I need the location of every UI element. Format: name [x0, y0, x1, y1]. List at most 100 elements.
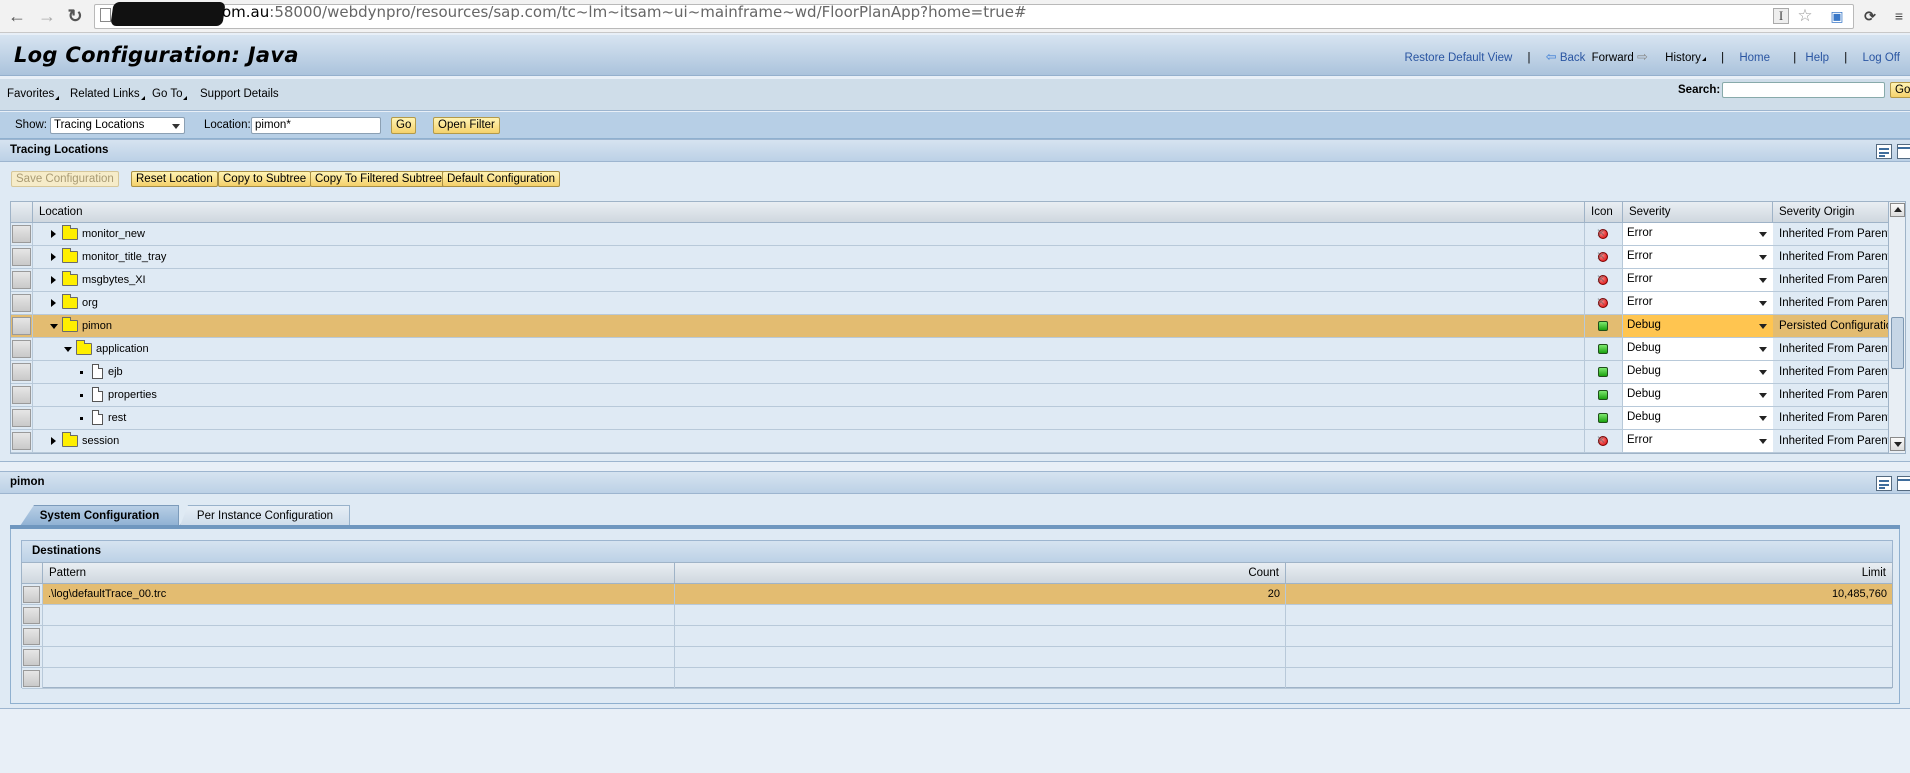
location-name[interactable]: application — [96, 343, 149, 355]
location-go-button[interactable]: Go — [391, 117, 417, 134]
collapse-panel-icon[interactable] — [1897, 144, 1910, 159]
expand-toggle-icon[interactable] — [51, 230, 56, 238]
browser-forward-icon[interactable]: → — [36, 5, 58, 27]
expand-toggle-icon[interactable] — [51, 299, 56, 307]
row-selector[interactable] — [23, 649, 40, 666]
expand-toggle-icon[interactable] — [50, 324, 58, 329]
scroll-up-button[interactable] — [1890, 203, 1905, 217]
menu-related-links[interactable]: Related Links — [70, 88, 145, 100]
table-row[interactable]: properties Debug Inherited From Parent — [11, 384, 1891, 407]
severity-select[interactable]: Error — [1623, 223, 1773, 245]
row-selector[interactable] — [23, 586, 40, 603]
severity-select[interactable]: Debug — [1623, 315, 1773, 337]
copy-to-subtree-button[interactable]: Copy to Subtree — [218, 171, 312, 187]
browser-reload-icon[interactable]: ↻ — [64, 5, 86, 27]
location-name[interactable]: pimon — [82, 320, 112, 332]
column-header-limit[interactable]: Limit — [1286, 563, 1892, 584]
search-go-button[interactable]: Go — [1890, 82, 1910, 98]
severity-select[interactable]: Debug — [1623, 338, 1773, 360]
select-all-header[interactable] — [11, 202, 33, 223]
restore-default-view-link[interactable]: Restore Default View — [1405, 52, 1513, 64]
location-name[interactable]: org — [82, 297, 98, 309]
destination-row[interactable] — [22, 626, 1892, 647]
destination-row[interactable] — [22, 647, 1892, 668]
row-selector[interactable] — [12, 317, 31, 335]
expand-toggle-icon[interactable] — [51, 276, 56, 284]
back-arrow-icon[interactable]: ⇦ — [1546, 49, 1557, 65]
column-header-pattern[interactable]: Pattern — [43, 563, 675, 584]
open-filter-button[interactable]: Open Filter — [433, 117, 500, 134]
reset-location-button[interactable]: Reset Location — [131, 171, 218, 187]
table-row[interactable]: monitor_title_tray Error Inherited From … — [11, 246, 1891, 269]
collapse-panel-icon[interactable] — [1897, 476, 1910, 491]
destination-row[interactable] — [22, 605, 1892, 626]
location-name[interactable]: properties — [108, 389, 157, 401]
default-configuration-button[interactable]: Default Configuration — [442, 171, 561, 187]
table-row[interactable]: monitor_new Error Inherited From Parent — [11, 223, 1891, 246]
severity-select[interactable]: Error — [1623, 246, 1773, 268]
select-all-header[interactable] — [22, 563, 43, 584]
search-input[interactable] — [1722, 82, 1885, 98]
table-row[interactable]: session Error Inherited From Parent — [11, 430, 1891, 453]
column-header-severity-origin[interactable]: Severity Origin — [1773, 202, 1899, 223]
table-row[interactable]: msgbytes_XI Error Inherited From Parent — [11, 269, 1891, 292]
support-details-link[interactable]: Support Details — [200, 88, 279, 100]
row-selector[interactable] — [23, 670, 40, 687]
show-select[interactable]: Tracing Locations — [50, 117, 185, 134]
row-selector[interactable] — [12, 225, 31, 243]
extension-icon[interactable]: ▣ — [1828, 7, 1846, 25]
help-link[interactable]: Help — [1805, 52, 1829, 64]
row-selector[interactable] — [12, 363, 31, 381]
back-link[interactable]: Back — [1560, 52, 1586, 64]
copy-to-filtered-subtree-button[interactable]: Copy To Filtered Subtree — [310, 171, 447, 187]
location-name[interactable]: msgbytes_XI — [82, 274, 146, 286]
destination-row[interactable] — [22, 668, 1892, 689]
location-name[interactable]: monitor_title_tray — [82, 251, 166, 263]
row-selector[interactable] — [23, 607, 40, 624]
row-selector[interactable] — [12, 248, 31, 266]
location-name[interactable]: ejb — [108, 366, 123, 378]
severity-select[interactable]: Debug — [1623, 361, 1773, 383]
log-off-link[interactable]: Log Off — [1862, 52, 1900, 64]
expand-toggle-icon[interactable] — [64, 347, 72, 352]
home-link[interactable]: Home — [1739, 52, 1770, 64]
personalize-icon[interactable] — [1876, 476, 1892, 491]
personalize-icon[interactable] — [1876, 144, 1892, 159]
table-row[interactable]: pimon Debug Persisted Configuration — [11, 315, 1899, 338]
scroll-down-button[interactable] — [1890, 437, 1905, 451]
menu-icon[interactable]: ≡ — [1890, 7, 1908, 25]
location-name[interactable]: monitor_new — [82, 228, 145, 240]
severity-select[interactable]: Debug — [1623, 407, 1773, 429]
tab-system-configuration[interactable]: System Configuration — [20, 505, 179, 526]
column-header-severity[interactable]: Severity — [1623, 202, 1773, 223]
severity-select[interactable]: Debug — [1623, 384, 1773, 406]
column-header-count[interactable]: Count — [675, 563, 1286, 584]
row-selector[interactable] — [12, 386, 31, 404]
row-selector[interactable] — [12, 271, 31, 289]
row-selector[interactable] — [12, 294, 31, 312]
sync-icon[interactable]: ⟳ — [1861, 7, 1879, 25]
menu-go-to[interactable]: Go To — [152, 88, 188, 100]
bookmark-star-icon[interactable]: ☆ — [1796, 7, 1814, 25]
row-selector[interactable] — [12, 409, 31, 427]
destination-row[interactable]: .\log\defaultTrace_00.trc 20 10,485,760 — [22, 584, 1892, 605]
table-row[interactable]: application Debug Inherited From Parent — [11, 338, 1891, 361]
expand-toggle-icon[interactable] — [51, 253, 56, 261]
row-selector[interactable] — [12, 340, 31, 358]
expand-toggle-icon[interactable] — [51, 437, 56, 445]
column-header-location[interactable]: Location — [33, 202, 1585, 223]
column-header-icon[interactable]: Icon — [1585, 202, 1623, 223]
history-menu[interactable]: History — [1665, 52, 1706, 64]
location-name[interactable]: rest — [108, 412, 126, 424]
text-cursor-icon[interactable]: I — [1773, 8, 1789, 24]
forward-arrow-icon[interactable]: ⇨ — [1637, 49, 1648, 65]
row-selector[interactable] — [23, 628, 40, 645]
vertical-scrollbar[interactable] — [1888, 202, 1905, 453]
location-name[interactable]: session — [82, 435, 119, 447]
row-selector[interactable] — [12, 432, 31, 450]
save-configuration-button[interactable]: Save Configuration — [11, 171, 119, 187]
browser-back-icon[interactable]: ← — [6, 5, 28, 27]
severity-select[interactable]: Error — [1623, 269, 1773, 291]
severity-select[interactable]: Error — [1623, 292, 1773, 314]
location-input[interactable]: pimon* — [251, 117, 381, 134]
